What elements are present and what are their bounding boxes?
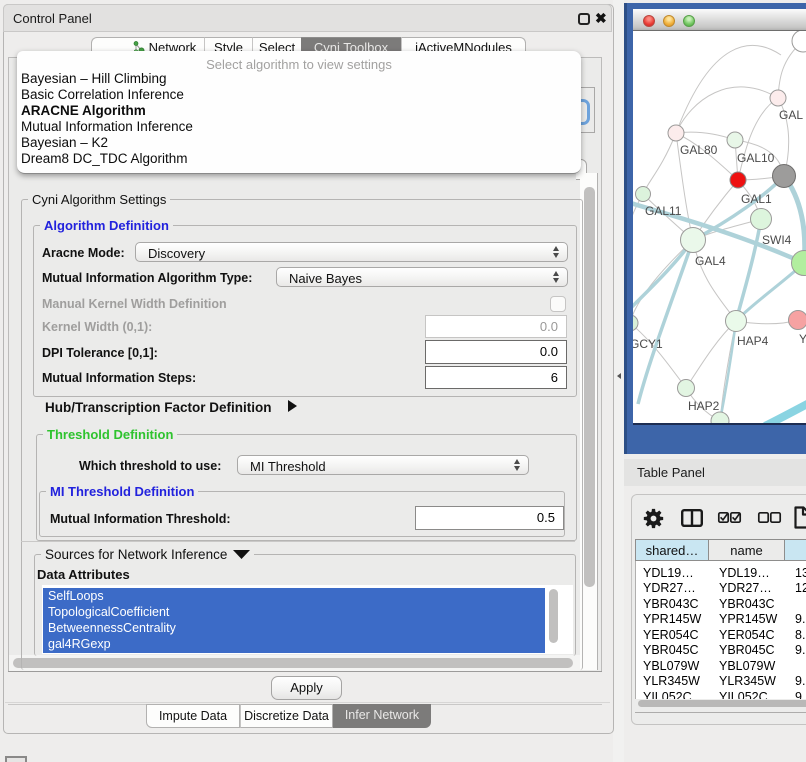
svg-text:GAL80: GAL80 (680, 143, 718, 157)
svg-text:GAL4: GAL4 (695, 254, 726, 268)
svg-text:HAP4: HAP4 (737, 334, 769, 348)
svg-text:GAL: GAL (779, 108, 803, 122)
svg-text:GAL10: GAL10 (737, 151, 775, 165)
svg-text:GCY1: GCY1 (633, 337, 663, 351)
svg-text:SWI4: SWI4 (762, 233, 792, 247)
svg-text:HAP2: HAP2 (688, 399, 720, 413)
svg-text:GAL11: GAL11 (645, 204, 682, 218)
svg-text:GAL1: GAL1 (741, 192, 772, 206)
svg-text:Y: Y (799, 332, 806, 346)
